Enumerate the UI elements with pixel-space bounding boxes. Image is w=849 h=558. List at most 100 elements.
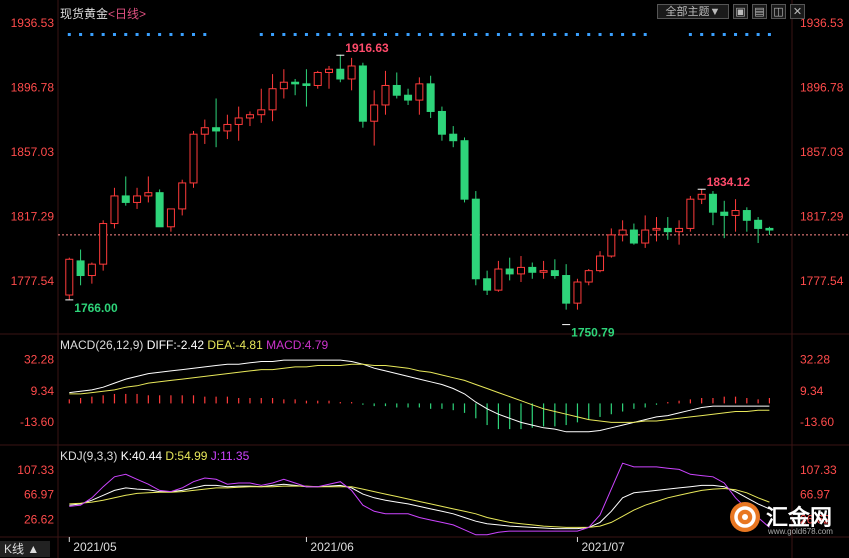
kdj-panel (69, 462, 770, 536)
event-dot (203, 33, 207, 36)
event-dot (316, 33, 320, 36)
event-dot (327, 33, 331, 36)
event-dot (598, 33, 602, 36)
candle-body (392, 84, 401, 96)
event-dot (632, 33, 636, 36)
event-dot (146, 33, 150, 36)
price-tick-label: 1857.03 (11, 145, 55, 159)
event-dot (734, 33, 738, 36)
theme-dropdown[interactable]: 全部主题▼ (657, 4, 729, 19)
event-dot (271, 33, 275, 36)
price-tick-label: 1896.78 (800, 80, 844, 94)
event-dot (575, 33, 579, 36)
candle-body (686, 198, 695, 229)
candle-body (223, 123, 232, 132)
kdj-tick-label: 107.33 (800, 463, 837, 477)
chart-title-row: 现货黄金<日线> (60, 5, 146, 22)
candle-body (370, 104, 379, 122)
candle-body (347, 65, 356, 80)
macd-tick-label: 32.28 (800, 353, 830, 367)
event-dot (508, 33, 512, 36)
macd-params: MACD(26,12,9) (60, 338, 144, 352)
event-dot (304, 33, 308, 36)
price-tick-label: 1777.54 (800, 274, 844, 288)
event-dot (519, 33, 523, 36)
x-tick-label: 2021/07 (581, 540, 625, 554)
macd-tick-label: -13.60 (800, 415, 834, 429)
event-dot (124, 33, 128, 36)
candle-body (121, 195, 130, 203)
event-dot (542, 33, 546, 36)
grid-lines (0, 0, 849, 558)
brand-logo-icon (730, 502, 760, 532)
candle-body (404, 94, 413, 101)
event-dot (90, 33, 94, 36)
price-annotation: 1766.00 (74, 301, 118, 315)
macd-dea-line (69, 363, 770, 423)
event-dot (745, 33, 749, 36)
candle-body (291, 81, 300, 85)
candle-body (415, 83, 424, 101)
candle-body (562, 275, 571, 304)
event-dot (417, 33, 421, 36)
zoom-in-icon[interactable]: ▣ (733, 4, 748, 19)
candle-body (426, 83, 435, 112)
fullscreen-icon[interactable]: ◫ (771, 4, 786, 19)
candle-body (449, 133, 458, 142)
candle-body (155, 192, 164, 228)
event-dot (553, 33, 557, 36)
candle-body (245, 114, 254, 119)
price-tick-label: 1817.29 (11, 210, 55, 224)
close-icon[interactable]: ✕ (790, 4, 805, 19)
macd-tick-label: 9.34 (31, 384, 55, 398)
candle-body (471, 198, 480, 280)
candle-body (708, 193, 717, 213)
candle-body (76, 260, 85, 277)
candle-body (550, 270, 559, 277)
price-annotation: 1750.79 (571, 326, 615, 340)
candle-body (641, 229, 650, 244)
event-dot (643, 33, 647, 36)
triangle-up-icon: ▲ (27, 542, 40, 556)
x-tick-label: 2021/05 (73, 540, 117, 554)
candle-body (212, 127, 221, 132)
kdj-params: KDJ(9,3,3) (60, 449, 118, 463)
event-dot (169, 33, 173, 36)
event-dot (383, 33, 387, 36)
candle-body (720, 211, 729, 216)
event-dot (767, 33, 771, 36)
candle-body (663, 227, 672, 233)
event-dot (192, 33, 196, 36)
event-dot (282, 33, 286, 36)
event-dot (112, 33, 116, 36)
candle-body (302, 83, 311, 86)
candle-body (528, 266, 537, 273)
candle-body (358, 65, 367, 122)
kdj-d-value: D:54.99 (165, 449, 208, 463)
kdj-legend: KDJ(9,3,3) K:40.44 D:54.99 J:11.35 (60, 449, 249, 463)
event-dot (621, 33, 625, 36)
candle-body (65, 258, 74, 296)
zoom-out-icon[interactable]: ▤ (752, 4, 767, 19)
candle-body (754, 219, 763, 229)
candle-body (539, 270, 548, 273)
candle-body (494, 268, 503, 291)
candle-body (437, 110, 446, 135)
event-dot (587, 33, 591, 36)
candle-body (325, 68, 334, 73)
event-dot (485, 33, 489, 36)
event-dot (338, 33, 342, 36)
candle-body (381, 84, 390, 106)
event-dot (711, 33, 715, 36)
period-selector[interactable]: <日线> (108, 7, 146, 21)
candle-body (607, 234, 616, 257)
kline-tab[interactable]: K线 ▲ (0, 541, 50, 557)
event-dot (564, 33, 568, 36)
event-dot (180, 33, 184, 36)
price-tick-label: 1936.53 (11, 16, 55, 30)
price-tick-label: 1896.78 (11, 80, 55, 94)
candle-body (742, 210, 751, 221)
candle-body (516, 266, 525, 275)
candle-body (483, 278, 492, 291)
candle-body (87, 263, 96, 277)
